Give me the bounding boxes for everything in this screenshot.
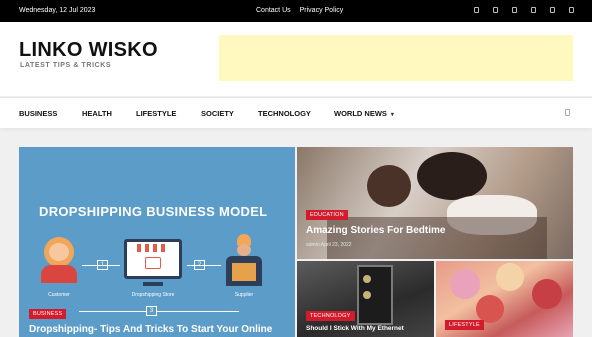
flower-2 xyxy=(496,263,524,291)
post-ethernet[interactable]: TECHNOLOGY Should I Stick With My Ethern… xyxy=(297,261,434,337)
privacy-policy-link[interactable]: Privacy Policy xyxy=(300,7,344,14)
child-hair xyxy=(417,152,487,200)
site-title[interactable]: LINKO WISKO xyxy=(19,39,158,62)
current-date: Wednesday, 12 Jul 2023 xyxy=(19,7,96,14)
label-customer: Customer xyxy=(48,292,70,298)
site-tagline: LATEST TIPS & TRICKS xyxy=(20,62,112,69)
nav-item-world-news-label: WORLD NEWS xyxy=(334,109,387,118)
package-icon xyxy=(232,263,256,281)
label-supplier: Supplier xyxy=(234,292,254,298)
top-bar: Wednesday, 12 Jul 2023 Contact Us Privac… xyxy=(0,0,592,22)
arrow-line-3 xyxy=(79,311,239,312)
supplier-face xyxy=(237,244,251,256)
port-2 xyxy=(363,291,371,299)
port-1 xyxy=(363,275,371,283)
nav-item-world-news[interactable]: WORLD NEWS ▾ xyxy=(334,109,394,118)
blanket-shadow xyxy=(327,217,547,259)
linkedin-icon[interactable] xyxy=(550,7,555,13)
store-awning xyxy=(137,244,169,252)
search-icon[interactable] xyxy=(565,109,570,116)
featured-post-bedtime[interactable]: EDUCATION Amazing Stories For Bedtime ad… xyxy=(297,147,573,259)
cart-icon xyxy=(145,257,161,269)
label-dropshipping-store: Dropshipping Store xyxy=(131,292,175,298)
main-nav: BUSINESS HEALTH LIFESTYLE SOCIETY TECHNO… xyxy=(0,97,592,128)
nav-item-society[interactable]: SOCIETY xyxy=(201,109,234,118)
category-badge[interactable]: BUSINESS xyxy=(29,309,67,319)
flower-3 xyxy=(532,279,562,309)
customer-body xyxy=(41,265,77,283)
chevron-down-icon: ▾ xyxy=(390,112,394,118)
post-title[interactable]: Amazing Stories For Bedtime xyxy=(306,225,445,236)
post-lifestyle[interactable]: LIFESTYLE xyxy=(436,261,573,337)
nav-item-business[interactable]: BUSINESS xyxy=(19,109,57,118)
category-badge[interactable]: EDUCATION xyxy=(306,210,348,220)
twitter-icon[interactable] xyxy=(493,7,498,13)
social-links xyxy=(474,7,574,13)
nav-item-health[interactable]: HEALTH xyxy=(82,109,112,118)
category-badge[interactable]: LIFESTYLE xyxy=(445,320,484,330)
pinterest-icon[interactable] xyxy=(569,7,574,13)
step-3: 3 xyxy=(146,306,157,316)
category-badge[interactable]: TECHNOLOGY xyxy=(306,311,355,321)
site-header: LINKO WISKO LATEST TIPS & TRICKS xyxy=(0,22,592,96)
post-meta: admin April 23, 2022 xyxy=(306,242,352,248)
person-head xyxy=(367,165,411,207)
step-2: 2 xyxy=(194,260,205,270)
store-stand xyxy=(143,282,163,286)
instagram-icon[interactable] xyxy=(512,7,517,13)
ad-banner[interactable] xyxy=(219,35,573,81)
customer-face xyxy=(49,243,69,261)
flower-4 xyxy=(476,295,504,323)
top-links: Contact Us Privacy Policy xyxy=(256,7,343,14)
image-headline: DROPSHIPPING BUSINESS MODEL xyxy=(39,204,268,219)
featured-post-dropshipping[interactable]: DROPSHIPPING BUSINESS MODEL 1 2 3 Custom… xyxy=(19,147,295,337)
contact-us-link[interactable]: Contact Us xyxy=(256,7,291,14)
post-title[interactable]: Dropshipping- Tips And Tricks To Start Y… xyxy=(29,324,289,335)
step-1: 1 xyxy=(97,260,108,270)
nav-item-technology[interactable]: TECHNOLOGY xyxy=(258,109,311,118)
nav-item-lifestyle[interactable]: LIFESTYLE xyxy=(136,109,176,118)
facebook-icon[interactable] xyxy=(474,7,479,13)
youtube-icon[interactable] xyxy=(531,7,536,13)
flower-1 xyxy=(450,269,480,299)
post-title[interactable]: Should I Stick With My Ethernet xyxy=(306,325,431,332)
